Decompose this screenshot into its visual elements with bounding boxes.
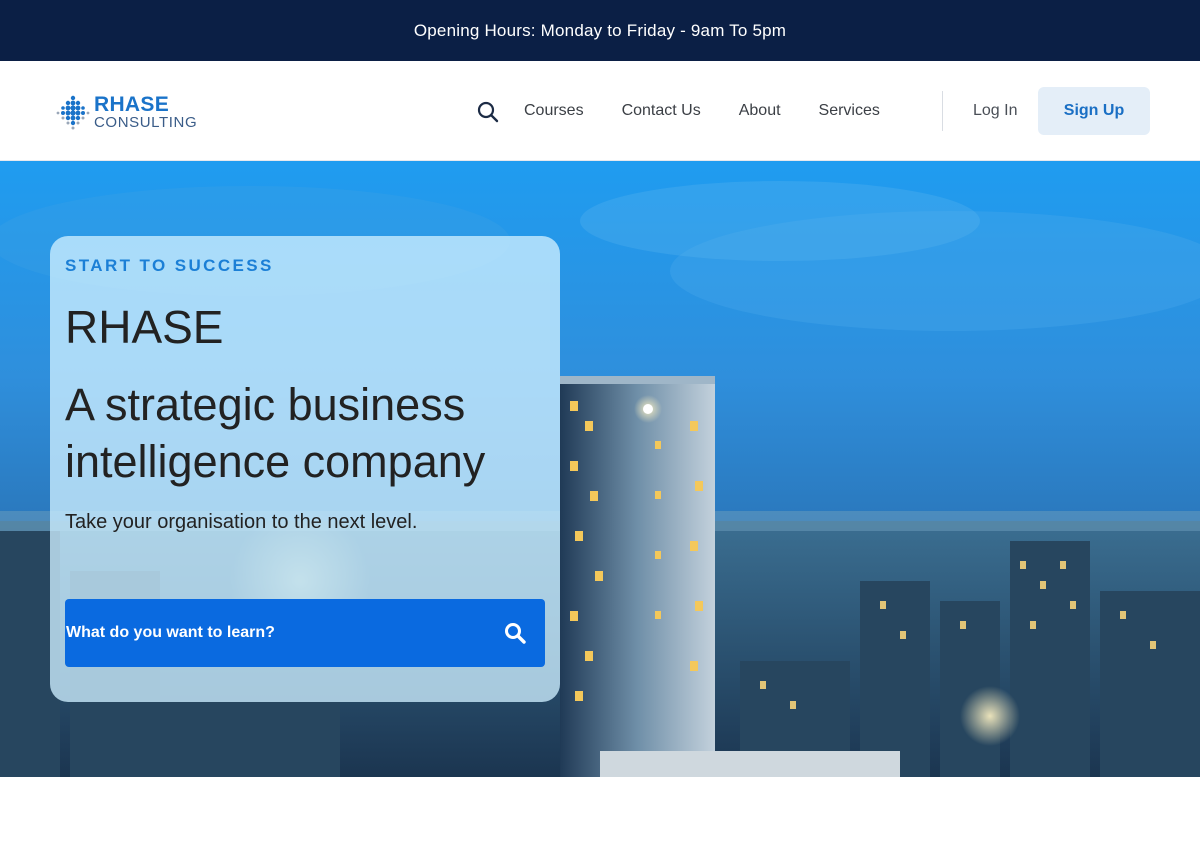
header-divider [942,91,943,131]
opening-hours-text: Opening Hours: Monday to Friday - 9am To… [413,20,787,40]
hero-section: START TO SUCCESS RHASE A strategic busin… [0,161,1200,777]
opening-hours-bar: Opening Hours: Monday to Friday - 9am To… [0,0,1200,61]
logo-wordmark: RHASE [94,93,170,116]
nav-about[interactable]: About [739,100,781,122]
course-search-placeholder: What do you want to learn? [66,624,275,641]
nav-services[interactable]: Services [819,100,880,122]
signup-button[interactable]: Sign Up [1038,87,1150,135]
main-nav: Courses Contact Us About Services [524,100,918,122]
site-logo[interactable]: RHASE CONSULTING [54,93,199,131]
site-header: RHASE CONSULTING Courses Contact Us Abou… [0,61,1200,161]
logo-subtitle: CONSULTING [94,114,198,131]
search-icon[interactable] [503,621,527,645]
nav-courses[interactable]: Courses [524,100,584,122]
hero-headline: A strategic business intelligence compan… [65,379,486,487]
search-icon[interactable] [476,100,500,124]
hero-eyebrow: START TO SUCCESS [65,256,274,275]
hero-brand: RHASE [65,301,224,353]
login-link[interactable]: Log In [973,100,1017,122]
nav-contact-us[interactable]: Contact Us [622,100,701,122]
course-search-input[interactable]: What do you want to learn? [65,599,545,667]
dot-grid-logo-icon [56,95,90,130]
hero-tagline: Take your organisation to the next level… [65,511,418,533]
hero-card: START TO SUCCESS RHASE A strategic busin… [50,236,560,702]
